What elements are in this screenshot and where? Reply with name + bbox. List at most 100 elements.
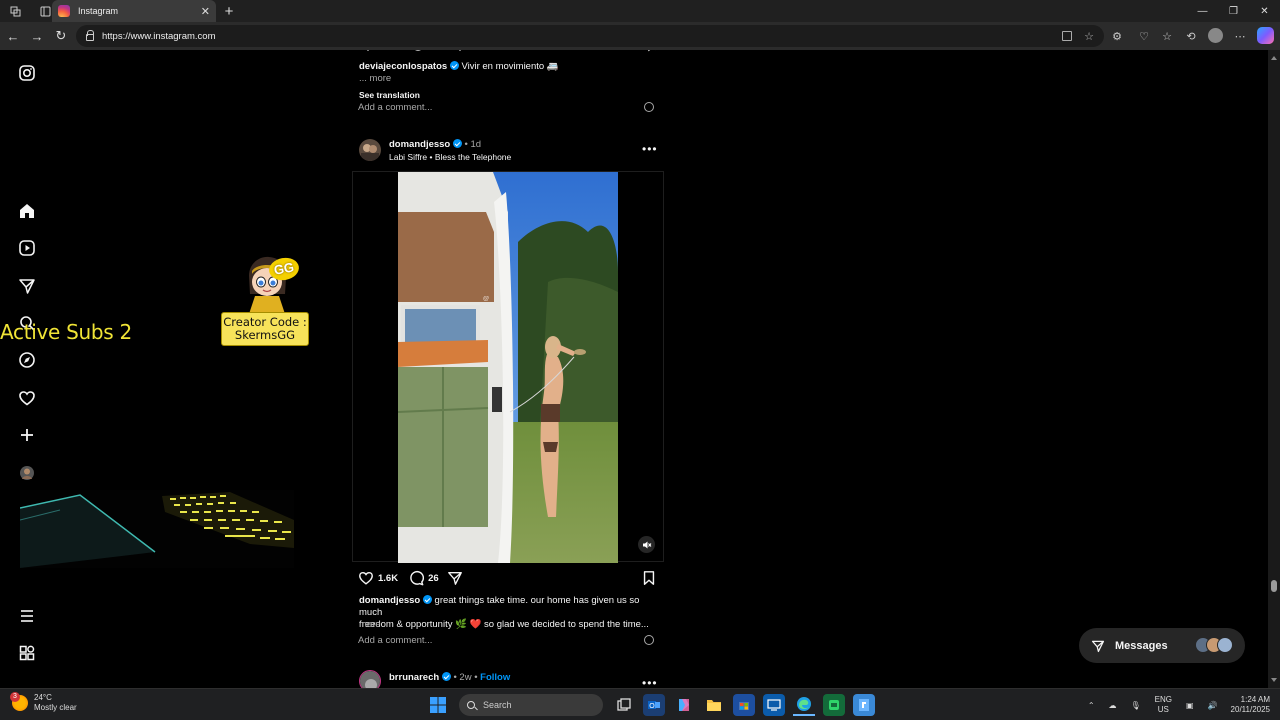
outlook-icon[interactable]: O bbox=[643, 694, 665, 716]
post-audio[interactable]: Labi Siffre • Bless the Telephone bbox=[389, 151, 511, 163]
prev-post-caption-text: Vivir en movimiento 🚐 bbox=[461, 61, 559, 72]
address-toolbar: ← → ↻ https://www.instagram.com ☆ ⚙ ♡ ☆ … bbox=[0, 22, 1280, 50]
refresh-button[interactable]: ↻ bbox=[53, 28, 69, 44]
onedrive-icon[interactable]: ☁ bbox=[1109, 701, 1117, 710]
url-text: https://www.instagram.com bbox=[102, 30, 216, 42]
volume-icon[interactable]: 🔊 bbox=[1208, 701, 1218, 710]
scroll-thumb[interactable] bbox=[1271, 580, 1277, 592]
minimize-icon[interactable]: — bbox=[1187, 0, 1218, 22]
start-windows-icon[interactable] bbox=[427, 694, 449, 716]
emoji-icon[interactable] bbox=[644, 635, 654, 645]
search-icon bbox=[467, 701, 475, 709]
caption-username[interactable]: domandjesso bbox=[359, 595, 420, 606]
svg-text:O: O bbox=[649, 703, 655, 710]
messages-send-icon bbox=[1091, 640, 1105, 652]
task-view-icon[interactable] bbox=[613, 694, 635, 716]
extensions-icon[interactable]: ⚙ bbox=[1109, 28, 1125, 44]
microphone-icon[interactable]: 🎙 bbox=[1131, 701, 1141, 710]
tab-instagram[interactable]: Instagram ✕ bbox=[52, 0, 216, 22]
restore-icon[interactable]: ❐ bbox=[1218, 0, 1249, 22]
copilot-icon[interactable] bbox=[1257, 27, 1274, 44]
screen-app-icon[interactable] bbox=[763, 694, 785, 716]
audio-artist: Labi Siffre bbox=[389, 152, 428, 162]
messages-icon[interactable] bbox=[18, 277, 36, 295]
lock-icon bbox=[86, 29, 94, 41]
workspaces-icon[interactable] bbox=[0, 0, 30, 22]
post-username[interactable]: domandjesso bbox=[389, 139, 450, 150]
comment-icon[interactable] bbox=[408, 570, 425, 587]
browser-essentials-icon[interactable]: ♡ bbox=[1136, 28, 1152, 44]
weather-widget[interactable]: 3 24°C Mostly clear bbox=[10, 692, 77, 713]
next-post-options-icon[interactable]: ••• bbox=[642, 676, 658, 688]
forward-button[interactable]: → bbox=[29, 28, 45, 44]
copilot-app-icon[interactable] bbox=[673, 694, 695, 716]
instagram-logo-icon[interactable] bbox=[18, 64, 36, 82]
prev-post-more[interactable]: ... more bbox=[359, 73, 391, 85]
messages-button[interactable]: Messages bbox=[1079, 628, 1245, 663]
explore-icon[interactable] bbox=[18, 351, 36, 369]
back-button[interactable]: ← bbox=[5, 28, 21, 44]
next-header-separator: • bbox=[453, 672, 457, 683]
language-region: US bbox=[1157, 705, 1169, 714]
new-tab-button[interactable]: + bbox=[220, 0, 238, 22]
file-explorer-icon[interactable] bbox=[703, 694, 725, 716]
emoji-icon[interactable] bbox=[644, 102, 654, 112]
share-icon[interactable] bbox=[447, 570, 464, 587]
see-translation-link[interactable]: See translation bbox=[359, 89, 420, 101]
close-window-icon[interactable]: ✕ bbox=[1249, 0, 1280, 22]
follow-button[interactable]: Follow bbox=[480, 672, 510, 683]
more-menu-icon[interactable] bbox=[18, 607, 36, 625]
post-media[interactable]: @ bbox=[352, 171, 664, 563]
messages-label: Messages bbox=[1115, 639, 1168, 652]
profile-avatar[interactable] bbox=[1208, 28, 1223, 43]
also-from-meta-icon[interactable] bbox=[18, 644, 36, 662]
post-options-icon[interactable]: ••• bbox=[642, 142, 658, 156]
green-app-icon[interactable] bbox=[823, 694, 845, 716]
instagram-page: Active Subs 2 GG Creator Code : SkermsGG bbox=[0, 50, 1280, 688]
history-icon[interactable]: ⟲ bbox=[1183, 28, 1199, 44]
next-post-username[interactable]: brrunarech bbox=[389, 672, 439, 683]
caption-line-2: freedom & opportunity 🌿 ❤️ so glad we de… bbox=[359, 619, 649, 630]
scroll-up-arrow-icon[interactable] bbox=[1271, 53, 1277, 60]
tab-title: Instagram bbox=[78, 6, 119, 16]
save-bookmark-icon[interactable] bbox=[641, 570, 658, 587]
network-icon[interactable]: ▣ bbox=[1186, 701, 1194, 710]
prev-post-username[interactable]: deviajeconlospatos bbox=[359, 61, 447, 72]
next-post-avatar[interactable] bbox=[359, 670, 381, 688]
prev-post-comment-input[interactable]: Add a comment... bbox=[358, 102, 658, 113]
post-time[interactable]: 1d bbox=[471, 139, 482, 150]
scroll-down-arrow-icon[interactable] bbox=[1271, 678, 1277, 685]
verified-badge-icon bbox=[422, 595, 432, 604]
app-available-icon[interactable] bbox=[1062, 31, 1072, 41]
like-icon[interactable] bbox=[358, 570, 375, 587]
create-icon[interactable] bbox=[18, 426, 36, 444]
notifications-icon[interactable] bbox=[18, 389, 36, 407]
reels-icon[interactable] bbox=[18, 239, 36, 257]
post-author-avatar[interactable] bbox=[359, 139, 381, 161]
next-post-header: brrunarech • 2w • Follow bbox=[389, 672, 510, 684]
url-bar[interactable]: https://www.instagram.com ☆ bbox=[76, 25, 1104, 47]
favorite-star-icon[interactable]: ☆ bbox=[1084, 30, 1094, 43]
weather-desc: Mostly clear bbox=[34, 703, 77, 712]
verified-badge-icon bbox=[449, 61, 459, 70]
home-icon[interactable] bbox=[18, 202, 36, 220]
system-tray: ⌃ ☁ 🎙 ENG US ▣ 🔊 1:24 AM 20/11/2025 bbox=[1081, 689, 1280, 720]
settings-more-icon[interactable]: ⋯ bbox=[1232, 28, 1248, 44]
favorites-icon[interactable]: ☆ bbox=[1159, 28, 1175, 44]
edge-browser-icon[interactable] bbox=[793, 694, 815, 716]
comment-count[interactable]: 26 bbox=[428, 573, 439, 584]
reel-video[interactable]: @ bbox=[398, 172, 618, 563]
clock[interactable]: 1:24 AM 20/11/2025 bbox=[1231, 695, 1270, 715]
page-scrollbar[interactable] bbox=[1268, 50, 1280, 688]
mute-toggle-icon[interactable] bbox=[638, 536, 655, 553]
caption-more-link[interactable]: more bbox=[359, 619, 381, 631]
close-tab-icon[interactable]: ✕ bbox=[201, 5, 210, 18]
store-icon[interactable] bbox=[733, 694, 755, 716]
profile-avatar[interactable] bbox=[18, 464, 36, 482]
post-comment-input[interactable]: Add a comment... bbox=[358, 635, 658, 646]
blue-app-icon[interactable] bbox=[853, 694, 875, 716]
language-indicator[interactable]: ENG US bbox=[1155, 695, 1172, 715]
like-count[interactable]: 1.6K bbox=[378, 573, 398, 584]
tray-overflow-icon[interactable]: ⌃ bbox=[1088, 701, 1095, 710]
taskbar-search[interactable]: Search bbox=[459, 694, 603, 716]
